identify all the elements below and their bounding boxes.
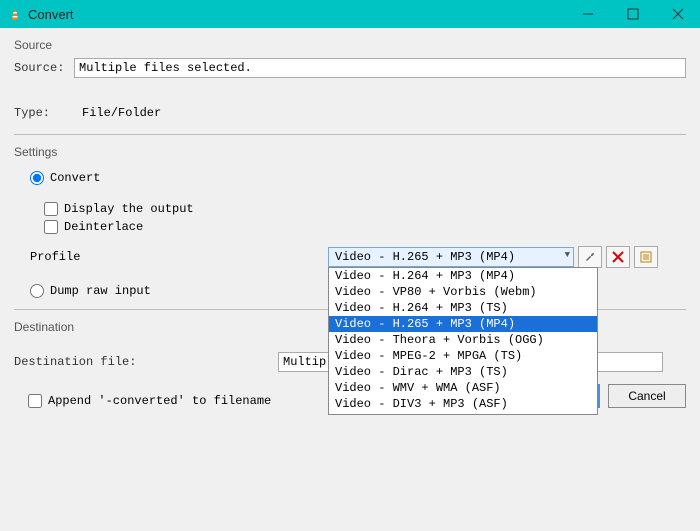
deinterlace-label: Deinterlace: [64, 220, 143, 234]
titlebar: Convert: [0, 0, 700, 28]
profile-dropdown[interactable]: Video - H.264 + MP3 (MP4)Video - VP80 + …: [328, 267, 598, 415]
profile-option[interactable]: Video - H.264 + MP3 (MP4): [329, 268, 597, 284]
settings-section-label: Settings: [14, 145, 686, 159]
dump-raw-radio-input[interactable]: [30, 284, 44, 298]
destination-file-label: Destination file:: [14, 355, 154, 369]
minimize-button[interactable]: [565, 0, 610, 28]
close-button[interactable]: [655, 0, 700, 28]
maximize-button[interactable]: [610, 0, 655, 28]
profile-option[interactable]: Video - VP80 + Vorbis (Webm): [329, 284, 597, 300]
deinterlace-checkbox[interactable]: Deinterlace: [44, 220, 686, 234]
wrench-icon: [583, 250, 597, 264]
profile-combo-value[interactable]: Video - H.265 + MP3 (MP4) ▼: [328, 247, 574, 267]
delete-profile-button[interactable]: [606, 246, 630, 268]
window-title: Convert: [28, 7, 565, 22]
append-converted-checkbox-input[interactable]: [28, 394, 42, 408]
convert-radio[interactable]: Convert: [30, 171, 100, 185]
profile-option[interactable]: Video - Theora + Vorbis (OGG): [329, 332, 597, 348]
profile-combo[interactable]: Video - H.265 + MP3 (MP4) ▼ Video - H.26…: [328, 247, 574, 267]
divider: [14, 134, 686, 135]
profile-option[interactable]: Video - H.264 + MP3 (TS): [329, 300, 597, 316]
display-output-checkbox-input[interactable]: [44, 202, 58, 216]
type-label: Type:: [14, 106, 74, 120]
edit-profile-button[interactable]: [578, 246, 602, 268]
convert-radio-label: Convert: [50, 171, 100, 185]
x-icon: [611, 250, 625, 264]
profile-label: Profile: [14, 250, 328, 264]
chevron-down-icon: ▼: [565, 250, 570, 260]
profile-option[interactable]: Video - WMV + WMA (ASF): [329, 380, 597, 396]
source-section-label: Source: [14, 38, 686, 52]
dump-raw-label: Dump raw input: [50, 284, 151, 298]
append-converted-label: Append '-converted' to filename: [48, 394, 271, 408]
new-file-icon: [639, 250, 653, 264]
display-output-checkbox[interactable]: Display the output: [44, 202, 686, 216]
source-input[interactable]: [74, 58, 686, 78]
profile-option[interactable]: Video - H.265 + MP3 (MP4): [329, 316, 597, 332]
profile-option[interactable]: Audio - Vorbis (OGG): [329, 412, 597, 415]
profile-option[interactable]: Video - Dirac + MP3 (TS): [329, 364, 597, 380]
convert-radio-input[interactable]: [30, 171, 44, 185]
type-value: File/Folder: [82, 106, 161, 120]
cancel-button[interactable]: Cancel: [608, 384, 686, 408]
new-profile-button[interactable]: [634, 246, 658, 268]
dump-raw-radio[interactable]: Dump raw input: [30, 284, 151, 298]
profile-option[interactable]: Video - DIV3 + MP3 (ASF): [329, 396, 597, 412]
profile-option[interactable]: Video - MPEG-2 + MPGA (TS): [329, 348, 597, 364]
vlc-cone-icon: [8, 7, 22, 21]
display-output-label: Display the output: [64, 202, 194, 216]
deinterlace-checkbox-input[interactable]: [44, 220, 58, 234]
source-label: Source:: [14, 61, 74, 75]
